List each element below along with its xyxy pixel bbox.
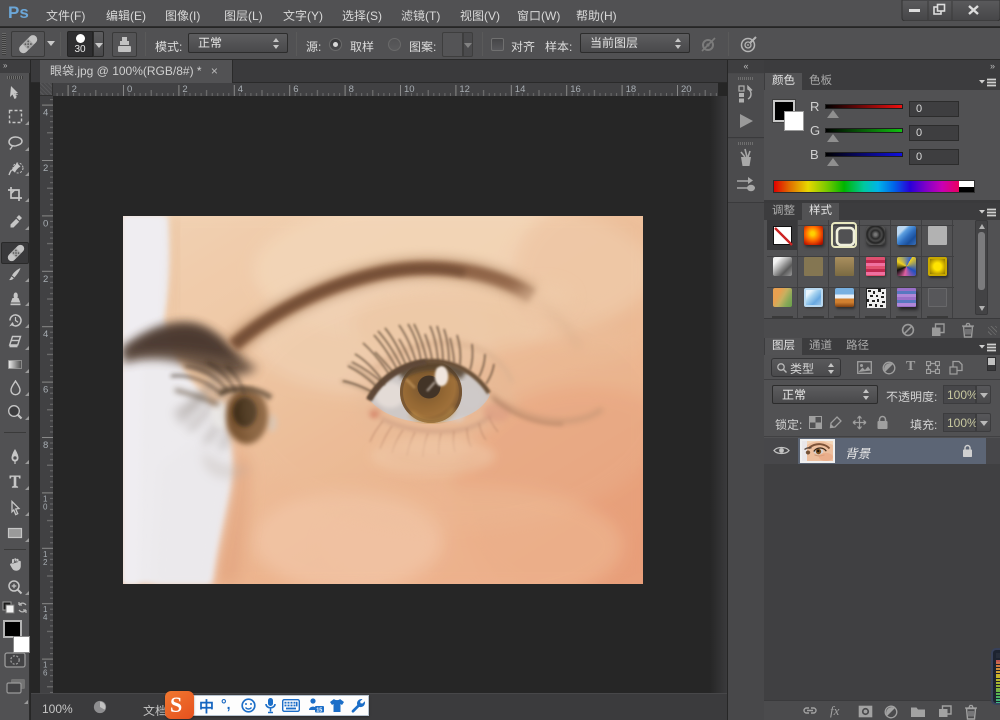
- svg-text:8: 8: [43, 440, 48, 451]
- svg-text:14: 14: [515, 84, 526, 95]
- svg-text:6: 6: [293, 84, 298, 95]
- svg-text:20: 20: [681, 84, 692, 95]
- svg-text:0: 0: [127, 84, 132, 95]
- svg-text:15: 15: [316, 707, 322, 713]
- svg-text:4: 4: [43, 613, 48, 622]
- svg-text:2: 2: [182, 84, 187, 95]
- svg-text:2: 2: [72, 84, 77, 95]
- svg-text:2: 2: [43, 558, 48, 567]
- svg-text:6: 6: [43, 669, 48, 678]
- svg-text:8: 8: [349, 84, 354, 95]
- svg-text:2: 2: [43, 274, 48, 285]
- svg-text:0: 0: [43, 502, 48, 511]
- svg-text:12: 12: [459, 84, 470, 95]
- svg-text:4: 4: [43, 329, 48, 340]
- svg-text:16: 16: [570, 84, 581, 95]
- svg-text:6: 6: [43, 385, 48, 396]
- svg-text:10: 10: [404, 84, 415, 95]
- svg-text:2: 2: [43, 163, 48, 174]
- svg-text:4: 4: [43, 108, 48, 119]
- svg-text:4: 4: [238, 84, 243, 95]
- svg-text:18: 18: [626, 84, 637, 95]
- svg-text:0: 0: [43, 218, 48, 229]
